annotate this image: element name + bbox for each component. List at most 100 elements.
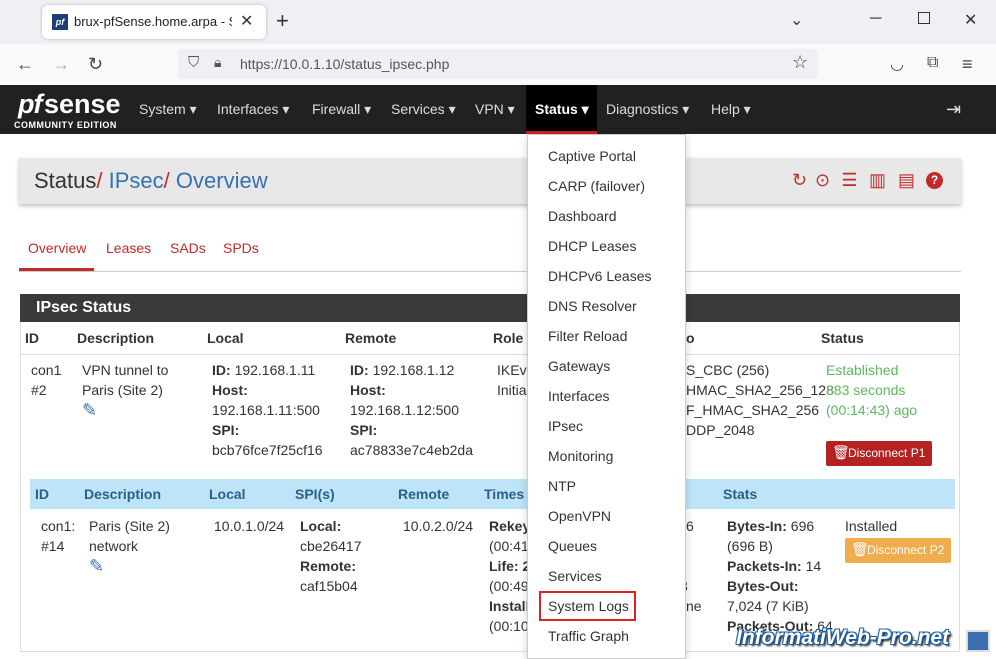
minimize-icon[interactable]: ─ <box>870 10 881 28</box>
menu-item-dashboard[interactable]: Dashboard <box>548 208 617 224</box>
help-icon[interactable]: ? <box>926 172 943 189</box>
close-window-icon[interactable]: ✕ <box>964 10 977 30</box>
lock-icon[interactable]: 🔒︎ <box>214 54 221 71</box>
p1-status-line2: 883 seconds <box>826 382 906 398</box>
breadcrumb-ipsec[interactable]: IPsec <box>109 168 164 193</box>
p1-role-line1: IKEv <box>497 362 527 378</box>
disconnect-p2-button[interactable]: 🗑︎ Disconnect P2 <box>845 538 951 563</box>
menu-help[interactable]: Help ▾ <box>711 101 751 118</box>
menu-help-label: Help <box>711 101 740 117</box>
menu-icon[interactable]: ≡ <box>962 54 973 75</box>
address-bar[interactable]: ⛉ 🔒︎ https://10.0.1.10/status_ipsec.php … <box>178 49 818 79</box>
shield-icon[interactable]: ⛉ <box>188 54 199 71</box>
p2-id-line1: con1: <box>41 518 76 534</box>
menu-item-queues[interactable]: Queues <box>548 538 597 554</box>
p1-desc-line1: VPN tunnel to <box>82 362 169 378</box>
p1-remote: ID: 192.168.1.12 Host: 192.168.1.12:500 … <box>350 360 473 460</box>
menu-system-label: System <box>139 101 186 117</box>
back-icon[interactable]: ← <box>16 54 34 75</box>
menu-firewall[interactable]: Firewall ▾ <box>312 101 371 118</box>
menu-system[interactable]: System ▾ <box>139 101 197 118</box>
menu-item-dhcpv6-leases[interactable]: DHCPv6 Leases <box>548 268 652 284</box>
bookmark-star-icon[interactable]: ☆ <box>792 52 808 73</box>
menu-item-services[interactable]: Services <box>548 568 602 584</box>
menu-item-ntp[interactable]: NTP <box>548 478 576 494</box>
menu-interfaces-label: Interfaces <box>217 101 279 117</box>
menu-item-filter-reload[interactable]: Filter Reload <box>548 328 627 344</box>
p2-header-description: Description <box>84 486 162 502</box>
stop-service-icon[interactable]: ⊙ <box>814 171 831 189</box>
menu-services[interactable]: Services ▾ <box>391 101 456 118</box>
tab-list-chevron-icon[interactable]: ⌄ <box>790 10 803 30</box>
menu-item-dns-resolver[interactable]: DNS Resolver <box>548 298 637 314</box>
menu-item-ipsec[interactable]: IPsec <box>548 418 583 434</box>
menu-item-openvpn[interactable]: OpenVPN <box>548 508 611 524</box>
trash-icon: 🗑︎ <box>851 541 869 557</box>
menu-services-label: Services <box>391 101 445 117</box>
logo-edition: COMMUNITY EDITION <box>14 120 117 130</box>
p2-desc-line1: Paris (Site 2) <box>89 518 170 534</box>
menu-item-monitoring[interactable]: Monitoring <box>548 448 613 464</box>
new-tab-icon[interactable]: + <box>276 8 289 34</box>
logout-icon[interactable]: ⇥ <box>946 99 961 120</box>
status-graph-icon[interactable]: ▥ <box>869 171 886 189</box>
breadcrumb-overview[interactable]: Overview <box>176 168 268 193</box>
restart-service-icon[interactable]: ↻ <box>791 171 808 189</box>
edit-p2-pencil-icon[interactable]: ✎ <box>89 556 104 577</box>
spi-local: cbe26417 <box>300 538 362 554</box>
packets-in: 14 <box>805 558 822 574</box>
p1-desc-line2: Paris (Site 2) <box>82 382 163 398</box>
browser-tab[interactable]: pf brux-pfSense.home.arpa - Status ✕ <box>42 5 266 39</box>
pocket-icon[interactable]: ◡ <box>890 54 904 74</box>
spi-remote: caf15b04 <box>300 578 358 594</box>
p1-header-status: Status <box>821 330 864 346</box>
bytes-out-label: Bytes-Out: <box>727 578 799 594</box>
p2-times-life: Life: 2 <box>489 558 531 574</box>
tab-spds[interactable]: SPDs <box>223 240 259 256</box>
edit-p1-pencil-icon[interactable]: ✎ <box>82 400 97 421</box>
p2-times-line6: (00:10 <box>489 618 529 634</box>
p2-times-rekey: Rekey <box>489 518 531 534</box>
menu-diagnostics[interactable]: Diagnostics ▾ <box>606 101 689 118</box>
remote-id-label: ID: <box>350 362 369 378</box>
trash-icon: 🗑︎ <box>832 444 850 460</box>
p1-header-role: Role <box>493 330 524 346</box>
menu-status[interactable]: Status ▾ <box>526 85 597 134</box>
menu-vpn[interactable]: VPN ▾ <box>475 101 515 118</box>
tab-overview[interactable]: Overview <box>28 240 86 256</box>
settings-sliders-icon[interactable]: ☰ <box>841 171 858 189</box>
browser-tab-strip: pf brux-pfSense.home.arpa - Status ✕ + ⌄… <box>0 0 996 44</box>
close-tab-icon[interactable]: ✕ <box>240 11 253 31</box>
tab-divider <box>19 271 961 272</box>
panel-heading: IPsec Status <box>20 294 960 322</box>
menu-interfaces[interactable]: Interfaces ▾ <box>217 101 289 118</box>
url-text: https://10.0.1.10/status_ipsec.php <box>240 56 450 72</box>
breadcrumb-status: Status <box>34 168 97 193</box>
pfsense-favicon-icon: pf <box>52 14 68 30</box>
reload-icon[interactable]: ↻ <box>88 54 103 75</box>
tab-sads[interactable]: SADs <box>170 240 206 256</box>
p2-header-stats: Stats <box>723 486 758 502</box>
menu-item-dhcp-leases[interactable]: DHCP Leases <box>548 238 636 254</box>
tab-leases[interactable]: Leases <box>106 240 151 256</box>
menu-item-interfaces[interactable]: Interfaces <box>548 388 609 404</box>
p1-id-line2: #2 <box>31 382 47 398</box>
menu-item-carp[interactable]: CARP (failover) <box>548 178 645 194</box>
forward-icon[interactable]: → <box>52 54 70 75</box>
maximize-icon[interactable] <box>918 12 930 24</box>
pfsense-logo[interactable]: pf sense COMMUNITY EDITION <box>14 87 122 131</box>
logs-list-icon[interactable]: ▤ <box>898 171 915 189</box>
p2-times-line2: (00:41 <box>489 538 529 554</box>
disconnect-p1-button[interactable]: 🗑︎ Disconnect P1 <box>826 441 932 466</box>
menu-item-gateways[interactable]: Gateways <box>548 358 610 374</box>
menu-item-traffic-graph[interactable]: Traffic Graph <box>548 628 629 644</box>
p2-state: Installed <box>845 518 898 534</box>
p2-stats: Bytes-In: 696 (696 B) Packets-In: 14 Byt… <box>727 516 833 636</box>
menu-item-captive-portal[interactable]: Captive Portal <box>548 148 636 164</box>
remote-host: 192.168.1.12:500 <box>350 402 459 418</box>
p1-status-line1: Established <box>826 362 899 378</box>
p1-role-line2: Initia <box>497 382 527 398</box>
spi-local-label: Local: <box>300 518 342 534</box>
extensions-icon[interactable]: ⧉ <box>927 54 938 72</box>
p2-remote: 10.0.2.0/24 <box>403 518 474 534</box>
